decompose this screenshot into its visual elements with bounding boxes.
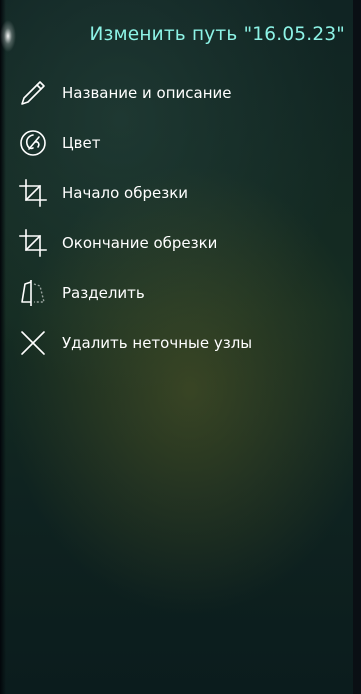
- right-edge-border: [353, 0, 361, 694]
- menu-item-split[interactable]: Разделить: [0, 268, 340, 318]
- menu-item-label: Название и описание: [62, 84, 232, 102]
- crop-end-icon: [18, 228, 48, 258]
- menu-item-label: Удалить неточные узлы: [62, 334, 253, 352]
- edit-track-panel: Изменить путь "16.05.23" Название и опис…: [0, 0, 361, 694]
- pencil-icon: [18, 78, 48, 108]
- menu-item-label: Начало обрезки: [62, 184, 189, 202]
- palette-icon: [18, 128, 48, 158]
- menu-item-label: Разделить: [62, 284, 145, 302]
- menu-item-trim-start[interactable]: Начало обрезки: [0, 168, 340, 218]
- menu-item-trim-end[interactable]: Окончание обрезки: [0, 218, 340, 268]
- crop-start-icon: [18, 178, 48, 208]
- panel-title: Изменить путь "16.05.23": [89, 24, 345, 45]
- corner-glow: [0, 18, 22, 54]
- delete-x-icon: [18, 328, 48, 358]
- menu-item-label: Цвет: [62, 134, 101, 152]
- menu-item-name-description[interactable]: Название и описание: [0, 68, 340, 118]
- menu-item-label: Окончание обрезки: [62, 234, 218, 252]
- split-icon: [18, 278, 48, 308]
- menu-item-color[interactable]: Цвет: [0, 118, 340, 168]
- menu-item-remove-inaccurate-nodes[interactable]: Удалить неточные узлы: [0, 318, 340, 368]
- action-menu: Название и описание Цвет Начало обрезки …: [0, 68, 340, 368]
